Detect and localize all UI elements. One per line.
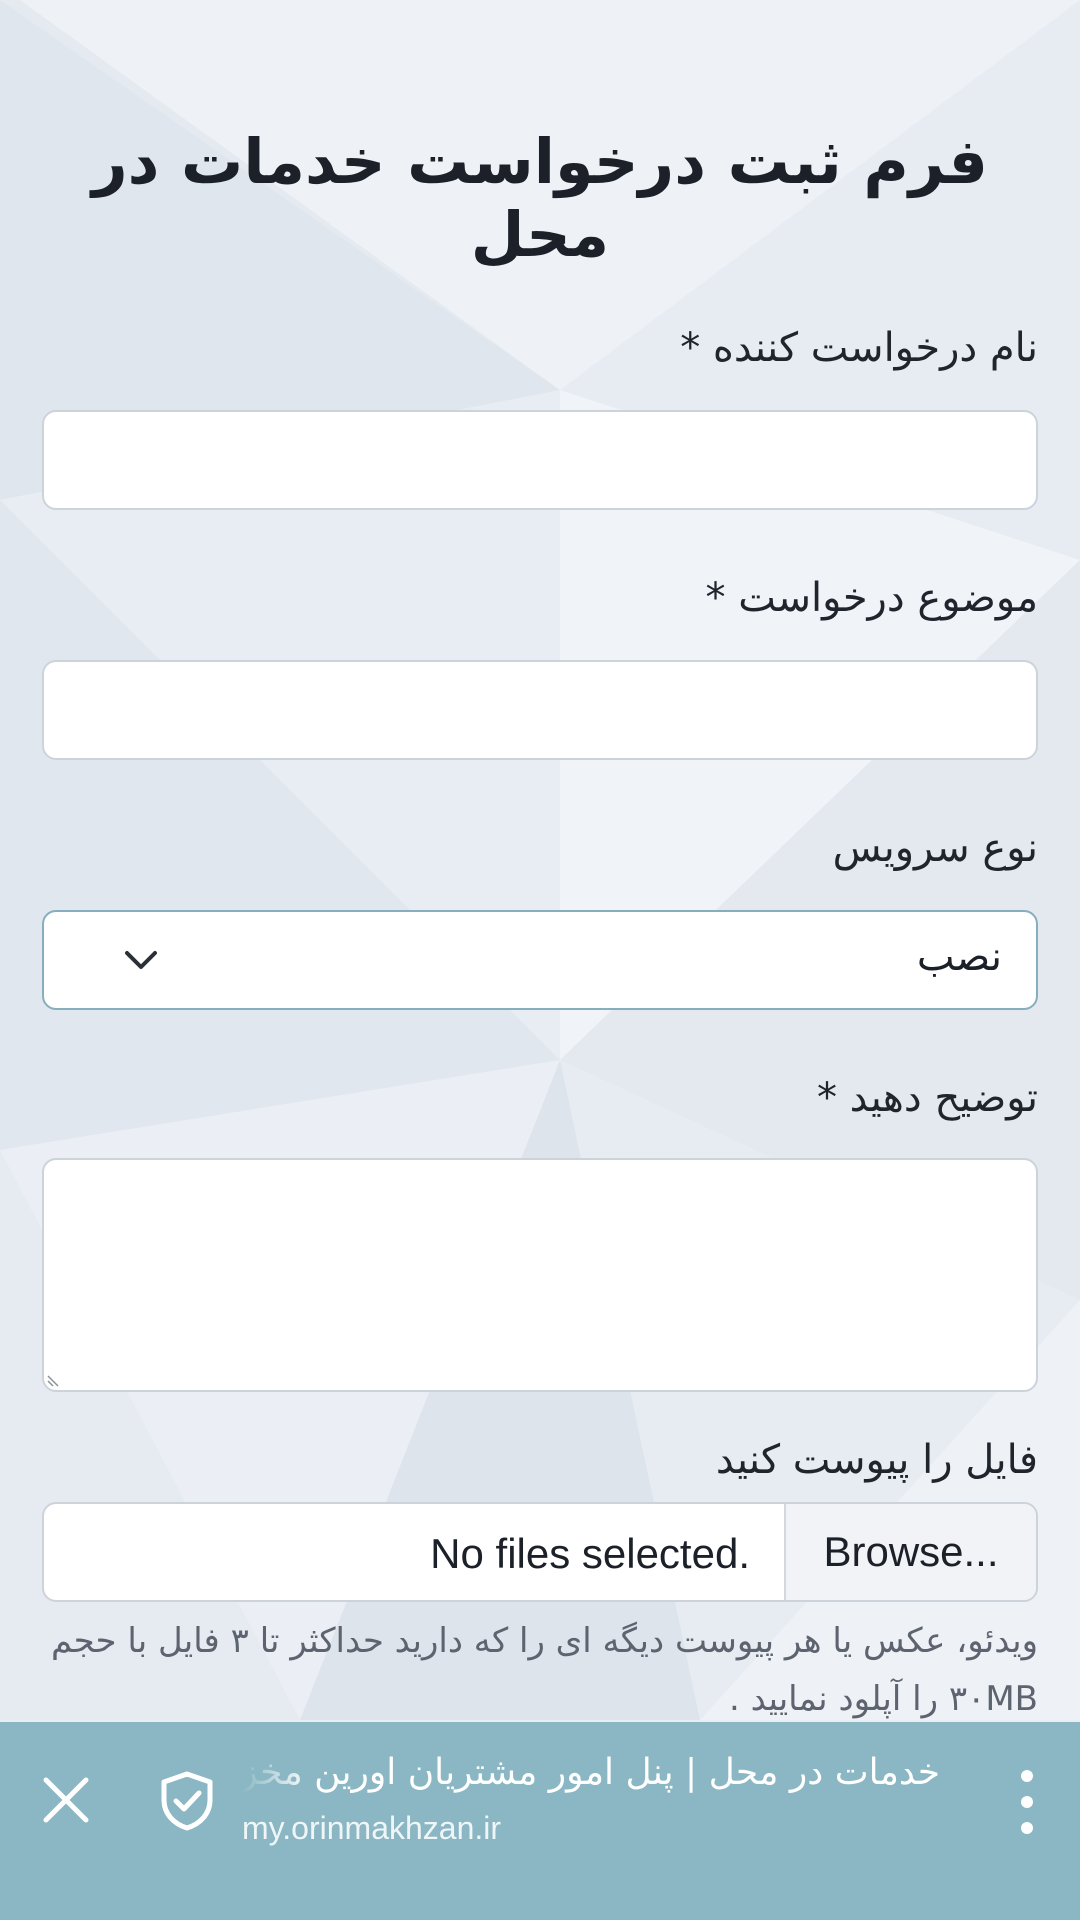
title-fade (242, 1752, 312, 1804)
requester-name-label: نام درخواست کننده * (680, 325, 1038, 371)
requester-name-input[interactable] (42, 410, 1038, 510)
upload-help-text: ویدئو، عکس یا هر پیوست دیگه ای را که دار… (50, 1621, 1038, 1719)
service-type-select[interactable]: نصب (42, 910, 1038, 1010)
no-file-selected-text: No files selected. (430, 1530, 750, 1577)
close-icon[interactable] (40, 1774, 92, 1826)
shield-check-icon[interactable] (158, 1770, 216, 1832)
subject-label: موضوع درخواست * (705, 575, 1038, 621)
service-type-label: نوع سرویس (832, 825, 1038, 871)
subject-input[interactable] (42, 660, 1038, 760)
chevron-down-icon (125, 951, 157, 969)
file-upload-input[interactable]: Browse... No files selected. (42, 1502, 1038, 1602)
browse-button[interactable]: Browse... (784, 1504, 1036, 1600)
description-textarea[interactable] (42, 1158, 1038, 1392)
more-vertical-icon[interactable] (1012, 1766, 1042, 1838)
tab-url[interactable]: my.orinmakhzan.ir (242, 1810, 501, 1847)
service-type-selected-value: نصب (916, 934, 1002, 980)
attach-file-label: فایل را پیوست کنید (715, 1437, 1038, 1483)
resize-handle-icon[interactable] (46, 1374, 60, 1388)
tab-page-title[interactable]: خدمات در محل | پنل امور مشتریان اورین مخ… (242, 1752, 940, 1804)
custom-tab-toolbar: خدمات در محل | پنل امور مشتریان اورین مخ… (0, 1722, 1080, 1920)
page-title: فرم ثبت درخواست خدمات در محل (91, 125, 989, 271)
description-label: توضیح دهید * (816, 1075, 1038, 1121)
service-request-page: فرم ثبت درخواست خدمات در محل نام درخواست… (0, 0, 1080, 1722)
